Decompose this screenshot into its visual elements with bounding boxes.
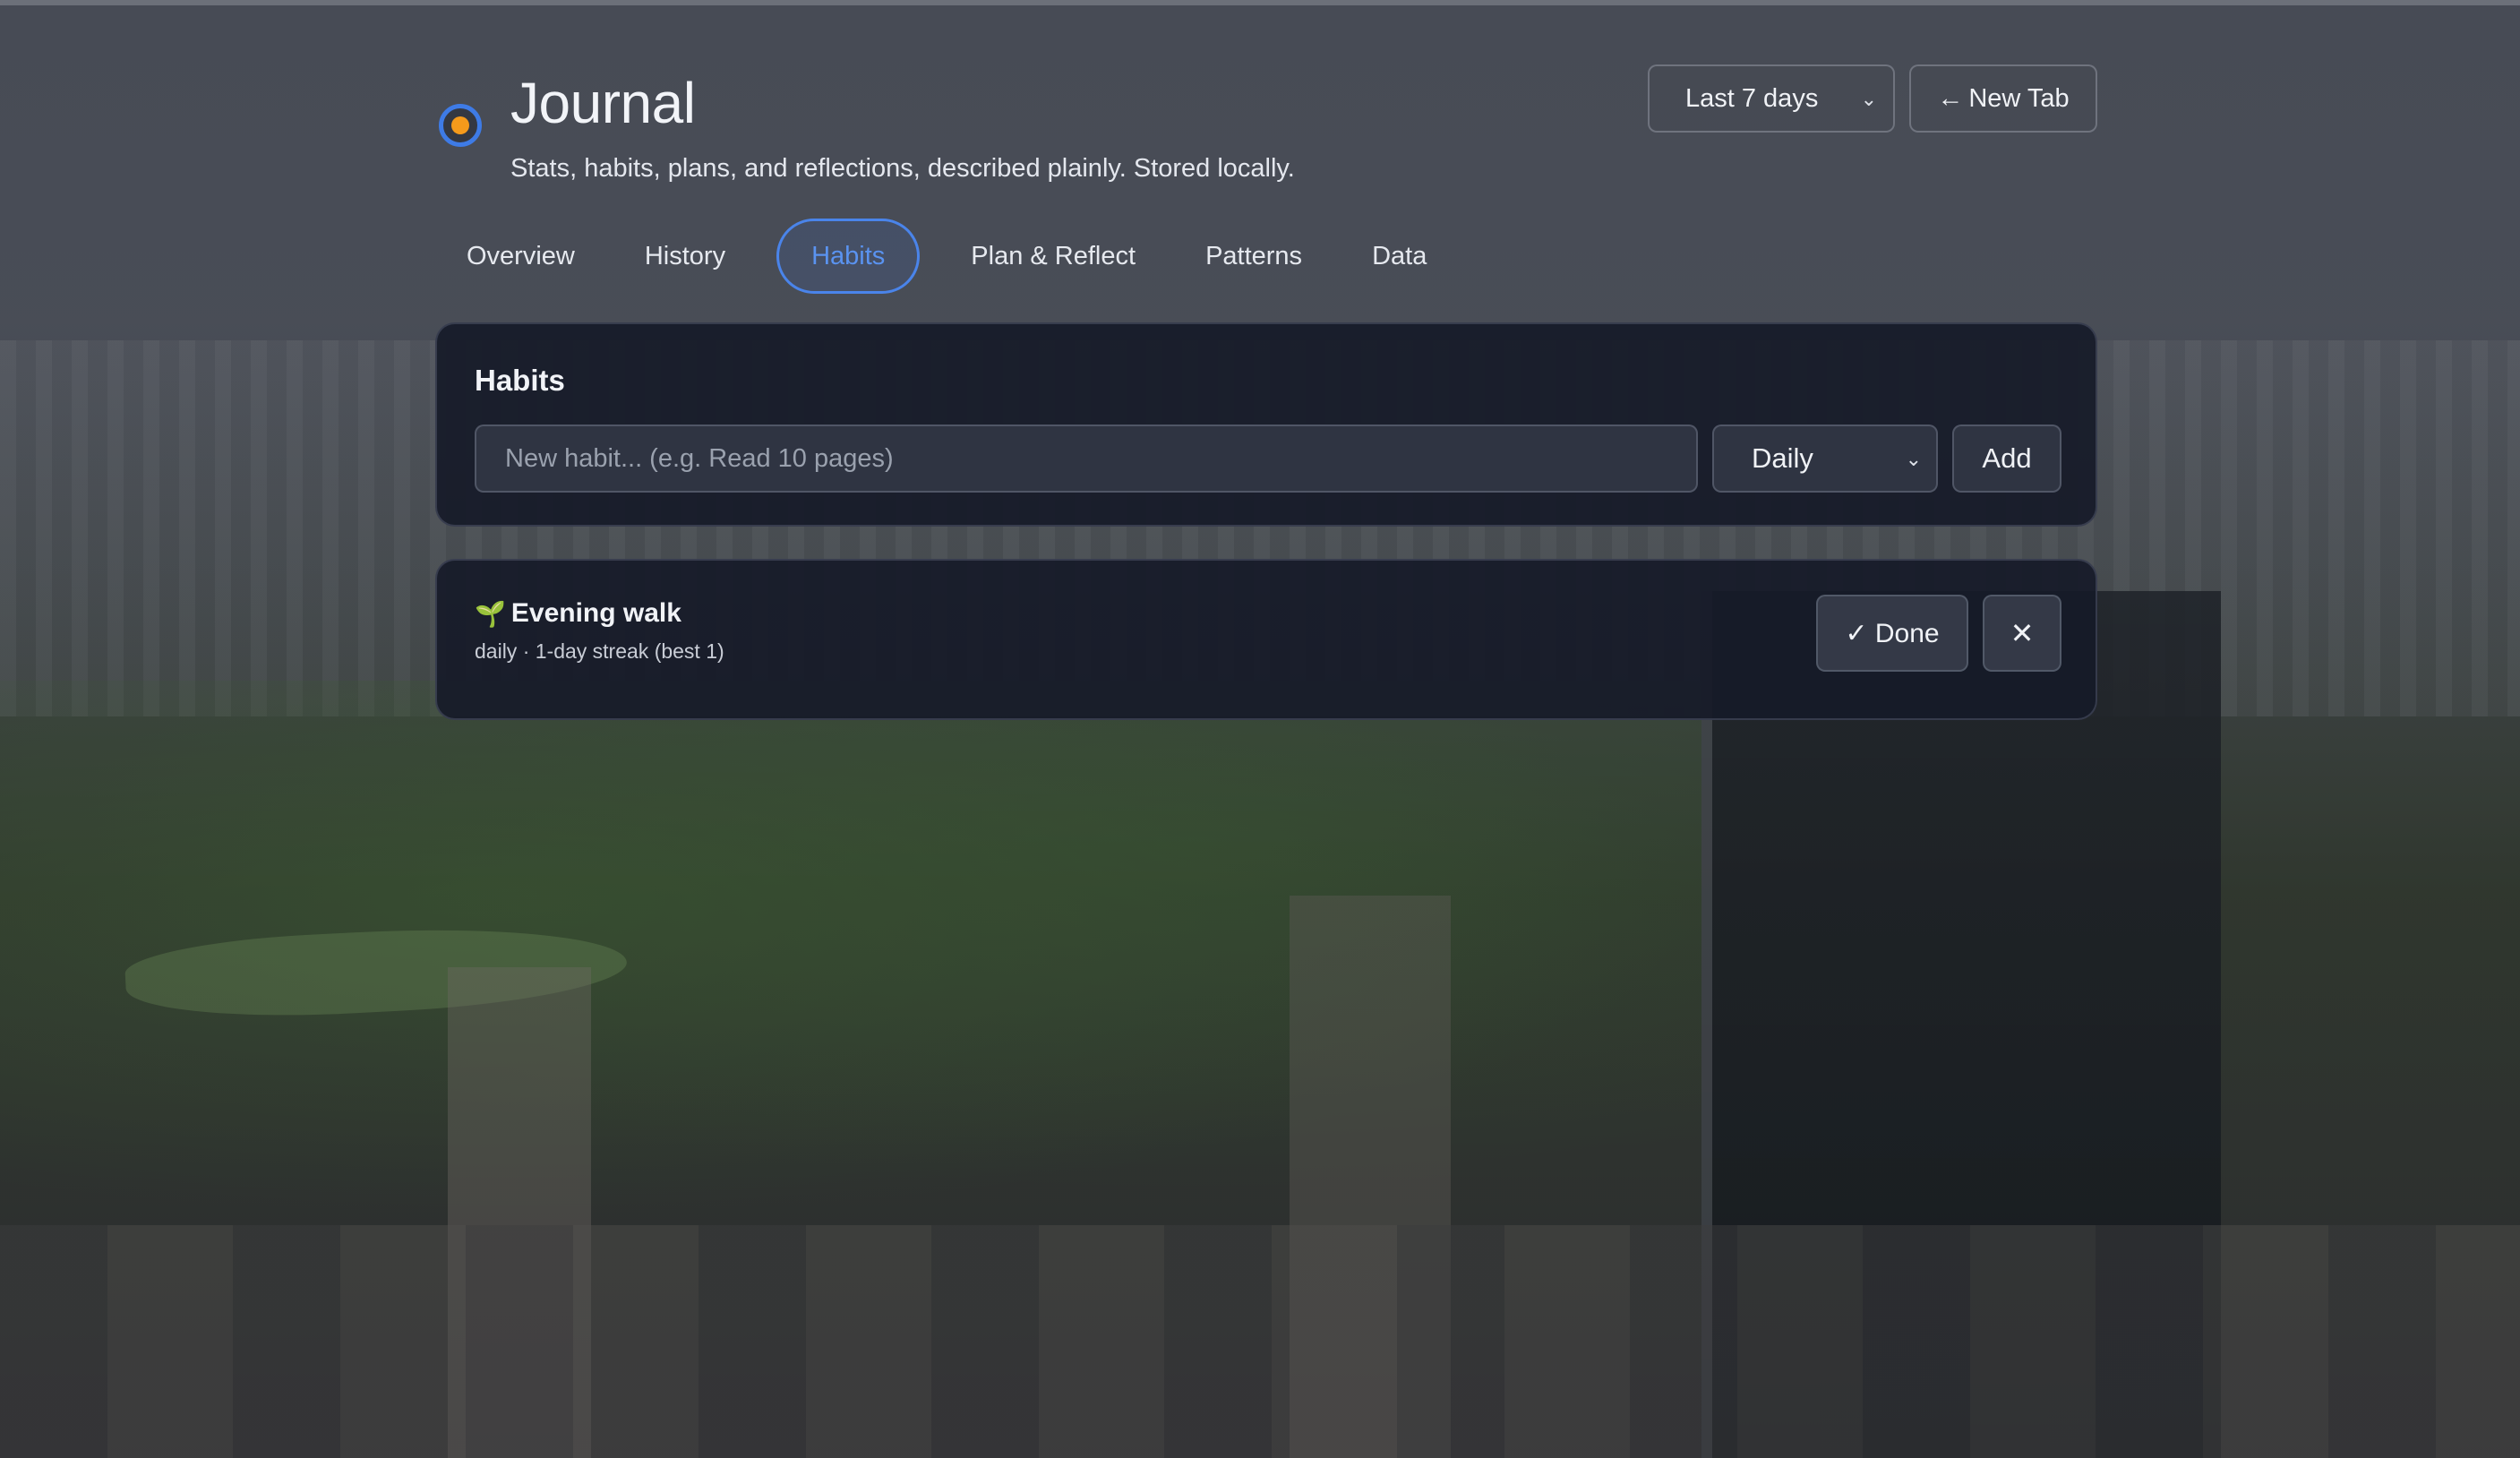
chevron-down-icon: ⌄	[1860, 88, 1877, 110]
habit-name-row: 🌱 Evening walk	[475, 598, 681, 629]
habits-panel-title: Habits	[475, 364, 565, 397]
close-icon: ✕	[2010, 617, 2035, 649]
date-range-select[interactable]: Last 7 days ⌄	[1648, 64, 1895, 133]
date-range-value: Last 7 days	[1685, 83, 1819, 113]
habit-name: Evening walk	[510, 598, 681, 628]
habit-meta: daily · 1-day streak (best 1)	[475, 639, 724, 663]
habit-frequency-value: Daily	[1752, 442, 1813, 474]
tab-history[interactable]: History	[626, 219, 744, 294]
habit-frequency-select[interactable]: Daily ⌄	[1712, 425, 1938, 493]
remove-habit-button[interactable]: ✕	[1983, 595, 2061, 672]
add-habit-button[interactable]: Add	[1952, 425, 2061, 493]
mark-done-button[interactable]: ✓ Done	[1816, 595, 1968, 672]
tab-habits[interactable]: Habits	[776, 219, 921, 294]
page-title: Journal	[510, 71, 696, 135]
tab-plan-reflect[interactable]: Plan & Reflect	[952, 219, 1154, 294]
brand-logo-icon	[439, 104, 482, 147]
top-strip	[0, 0, 2520, 5]
page-subtitle: Stats, habits, plans, and reflections, d…	[510, 154, 1295, 183]
background-buildings	[0, 1225, 2520, 1458]
tab-data[interactable]: Data	[1353, 219, 1445, 294]
arrow-left-icon: ←	[1937, 83, 1964, 113]
new-habit-input[interactable]	[475, 425, 1698, 493]
habits-panel: Habits Daily ⌄ Add	[435, 322, 2097, 527]
new-tab-button[interactable]: ← New Tab	[1909, 64, 2097, 133]
tab-bar: Overview History Habits Plan & Reflect P…	[448, 219, 1478, 294]
brand-logo-core	[451, 116, 469, 134]
tab-overview[interactable]: Overview	[448, 219, 594, 294]
habit-list-item: 🌱 Evening walk daily · 1-day streak (bes…	[435, 559, 2097, 720]
chevron-down-icon: ⌄	[1905, 448, 1922, 470]
sprout-icon: 🌱	[475, 599, 506, 628]
tab-patterns[interactable]: Patterns	[1187, 219, 1321, 294]
new-tab-label: New Tab	[1968, 83, 2070, 113]
